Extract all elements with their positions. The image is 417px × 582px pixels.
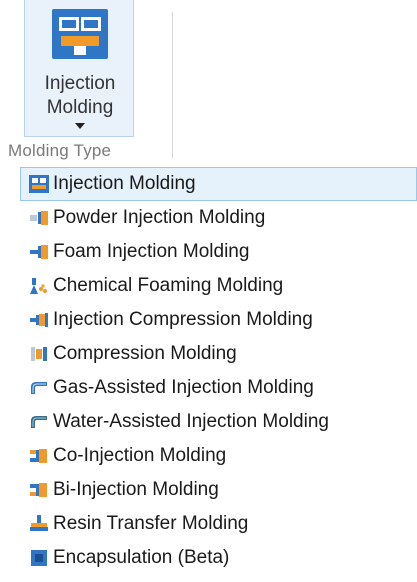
menu-item-label: Injection Molding bbox=[53, 173, 196, 194]
dropdown-arrow-icon[interactable] bbox=[75, 123, 85, 129]
compression-molding-icon bbox=[29, 344, 49, 364]
menu-item-powder-injection-molding[interactable]: Powder Injection Molding bbox=[20, 201, 417, 235]
menu-item-injection-molding[interactable]: Injection Molding bbox=[20, 167, 417, 201]
menu-item-encapsulation-beta[interactable]: Encapsulation (Beta) bbox=[20, 541, 417, 575]
menu-item-co-injection-molding[interactable]: Co-Injection Molding bbox=[20, 439, 417, 473]
ribbon-button-label: Injection Molding bbox=[25, 72, 135, 120]
menu-item-foam-injection-molding[interactable]: Foam Injection Molding bbox=[20, 235, 417, 269]
co-injection-icon bbox=[29, 446, 49, 466]
ribbon-label-line2: Molding bbox=[46, 97, 114, 118]
chemical-foaming-icon bbox=[29, 276, 49, 296]
menu-item-water-assisted-injection-molding[interactable]: Water-Assisted Injection Molding bbox=[20, 405, 417, 439]
water-assisted-icon bbox=[29, 412, 49, 432]
powder-injection-icon bbox=[29, 208, 49, 228]
menu-item-gas-assisted-injection-molding[interactable]: Gas-Assisted Injection Molding bbox=[20, 371, 417, 405]
injection-molding-ribbon-button[interactable]: Injection Molding bbox=[24, 0, 134, 137]
menu-item-label: Injection Compression Molding bbox=[53, 309, 313, 330]
menu-item-label: Foam Injection Molding bbox=[53, 241, 250, 262]
ribbon-label-line1: Injection bbox=[44, 73, 116, 94]
menu-item-label: Water-Assisted Injection Molding bbox=[53, 411, 329, 432]
menu-item-chemical-foaming-molding[interactable]: Chemical Foaming Molding bbox=[20, 269, 417, 303]
injection-compression-icon bbox=[29, 310, 49, 330]
injection-molding-icon bbox=[52, 9, 108, 59]
molding-type-menu: Injection Molding Powder Injection Moldi… bbox=[20, 167, 417, 575]
menu-item-compression-molding[interactable]: Compression Molding bbox=[20, 337, 417, 371]
menu-item-label: Co-Injection Molding bbox=[53, 445, 227, 466]
injection-molding-icon bbox=[29, 174, 49, 194]
menu-item-injection-compression-molding[interactable]: Injection Compression Molding bbox=[20, 303, 417, 337]
gas-assisted-icon bbox=[29, 378, 49, 398]
menu-item-label: Bi-Injection Molding bbox=[53, 479, 219, 500]
menu-item-resin-transfer-molding[interactable]: Resin Transfer Molding bbox=[20, 507, 417, 541]
menu-item-label: Resin Transfer Molding bbox=[53, 513, 249, 534]
foam-injection-icon bbox=[29, 242, 49, 262]
menu-item-label: Chemical Foaming Molding bbox=[53, 275, 284, 296]
menu-item-label: Compression Molding bbox=[53, 343, 237, 364]
group-label: Molding Type bbox=[8, 141, 112, 160]
menu-item-bi-injection-molding[interactable]: Bi-Injection Molding bbox=[20, 473, 417, 507]
menu-item-label: Powder Injection Molding bbox=[53, 207, 266, 228]
encapsulation-icon bbox=[29, 548, 49, 568]
menu-item-label: Gas-Assisted Injection Molding bbox=[53, 377, 314, 398]
resin-transfer-icon bbox=[29, 514, 49, 534]
menu-item-label: Encapsulation (Beta) bbox=[53, 547, 230, 568]
group-separator bbox=[172, 12, 173, 158]
bi-injection-icon bbox=[29, 480, 49, 500]
